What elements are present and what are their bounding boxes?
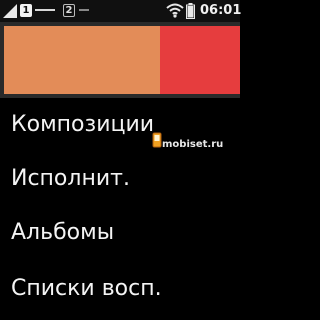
album-art-tile-orange[interactable] xyxy=(4,26,160,94)
menu-item-artists[interactable]: Исполнит. xyxy=(0,154,240,206)
menu-item-label: Альбомы xyxy=(11,220,115,245)
sim2-badge: 2 xyxy=(63,4,75,17)
status-bar: 1 2 06:01 xyxy=(0,0,242,22)
album-art-banner[interactable] xyxy=(0,22,240,98)
album-art-tile-red[interactable] xyxy=(160,26,240,94)
wifi-icon xyxy=(166,3,184,18)
sim2-signal-bar xyxy=(79,9,89,11)
sim1-signal-bar xyxy=(35,9,55,11)
menu-item-label: Исполнит. xyxy=(11,166,130,191)
sim1-badge: 1 xyxy=(20,4,32,17)
menu-item-label: Списки восп. xyxy=(11,276,162,301)
watermark-text: mobiset.ru xyxy=(162,139,224,150)
menu-item-albums[interactable]: Альбомы xyxy=(0,208,240,260)
menu-item-label: Композиции xyxy=(11,112,155,137)
signal-strength-icon xyxy=(3,4,17,18)
clock: 06:01 xyxy=(200,3,242,18)
menu-item-playlists[interactable]: Списки восп. xyxy=(0,264,240,316)
battery-icon xyxy=(186,3,195,19)
watermark: mobiset.ru xyxy=(152,132,238,154)
phone-logo-icon xyxy=(152,132,162,148)
